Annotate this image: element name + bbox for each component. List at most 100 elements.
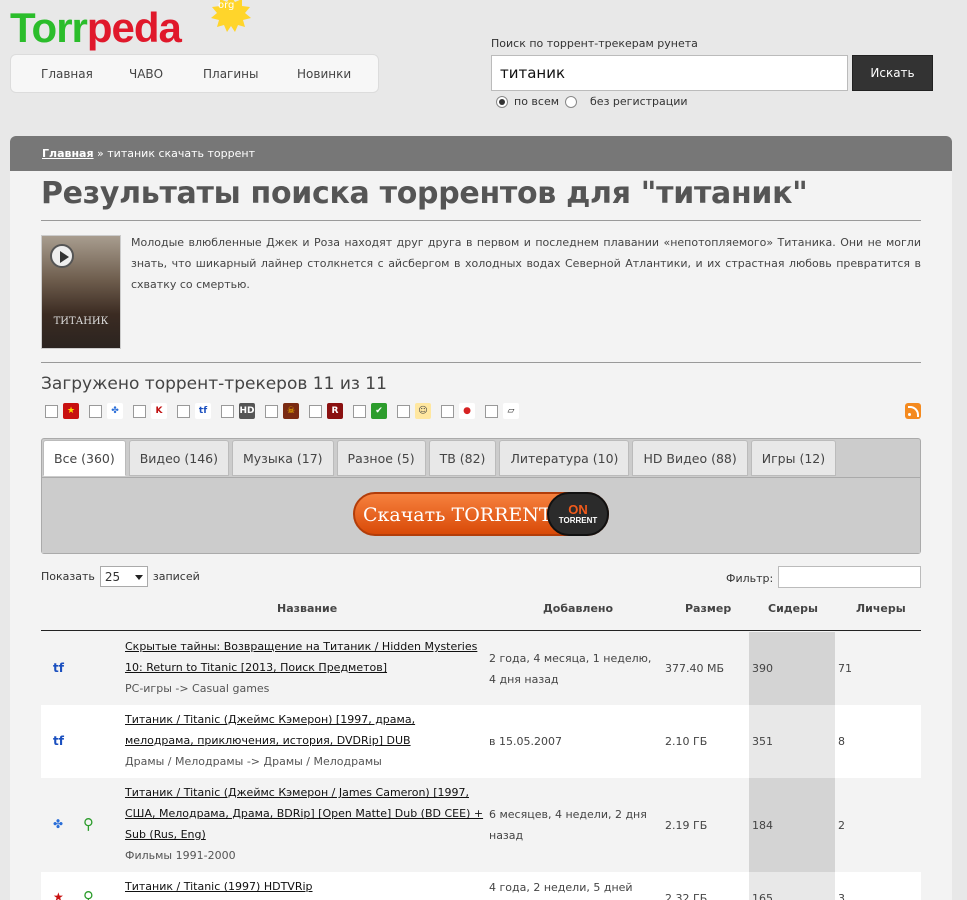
leechers-cell: 8: [838, 735, 845, 748]
logo-text-torr: Torr: [10, 4, 88, 51]
added-cell: в 15.05.2007: [489, 735, 562, 748]
torrent-title-link[interactable]: Скрытые тайны: Возвращение на Титаник / …: [125, 640, 477, 674]
seeders-cell: 165: [752, 891, 773, 900]
col-size[interactable]: Размер: [685, 602, 731, 615]
movie-description: Молодые влюбленные Джек и Роза находят д…: [131, 236, 921, 291]
trackers-loaded: Загружено торрент-трекеров 11 из 11: [41, 374, 387, 394]
torrent-title-link[interactable]: Титаник / Titanic (Джеймс Кэмерон) [1997…: [125, 713, 415, 747]
seeders-cell: 390: [752, 662, 773, 675]
check-icon: ✔: [371, 403, 387, 419]
breadcrumb-home-link[interactable]: Главная: [42, 147, 94, 160]
radio-all-label: по всем: [514, 95, 560, 108]
tracker-checkbox[interactable]: [45, 404, 58, 418]
radio-noreg-label: без регистрации: [590, 95, 688, 108]
torrent-name-cell: Скрытые тайны: Возвращение на Титаник / …: [125, 636, 490, 699]
hd-icon: HD: [239, 403, 255, 419]
page-length-select[interactable]: 25: [99, 566, 148, 587]
col-name[interactable]: Название: [277, 602, 337, 615]
col-seeders[interactable]: Сидеры: [768, 602, 818, 615]
category-tab[interactable]: Видео (146): [128, 440, 229, 476]
torrent-title-link[interactable]: Титаник / Titanic (1997) HDTVRip: [125, 880, 313, 893]
leechers-cell: 71: [838, 662, 852, 675]
rutracker-icon: ★: [63, 403, 79, 419]
show-label: Показать: [41, 570, 95, 583]
book-icon: ▱: [503, 403, 519, 419]
table-row[interactable]: ★ ⚲ Титаник / Titanic (1997) HDTVRipТВ4 го…: [41, 872, 921, 900]
tfile-icon: tf: [53, 660, 64, 675]
nav-item[interactable]: Плагины: [203, 67, 258, 81]
category-tab[interactable]: Музыка (17): [232, 440, 334, 476]
download-torrent-button[interactable]: Скачать TORRENT ON TORRENT: [353, 492, 609, 536]
site-logo[interactable]: Torrpeda: [10, 4, 182, 52]
table-row[interactable]: tf Скрытые тайны: Возвращение на Титаник …: [41, 632, 921, 705]
main-nav: Главная ЧАВО Плагины Новинки: [10, 54, 379, 93]
tracker-filter: ★ ✤ Ktf HD ☠ R ✔ ☺ ● ▱: [45, 403, 529, 419]
torrent-name-cell: Титаник / Titanic (Джеймс Кэмерон) [1997…: [125, 709, 490, 772]
added-cell: 4 года, 2 недели, 5 днейназад: [489, 881, 633, 894]
tfile-icon: tf: [53, 733, 64, 748]
table-row[interactable]: tf Титаник / Titanic (Джеймс Кэмерон) [19…: [41, 705, 921, 778]
on-label: ON: [568, 501, 588, 517]
category-tab[interactable]: Литература (10): [499, 440, 630, 476]
tracker-checkbox[interactable]: [441, 404, 454, 418]
radio-noreg[interactable]: [565, 95, 578, 108]
kinozal-icon: K: [151, 403, 167, 419]
category-tabs: Все (360) Видео (146) Музыка (17) Разное (5…: [42, 439, 839, 477]
tracker-checkbox[interactable]: [309, 404, 322, 418]
breadcrumb-current: » титаник скачать торрент: [93, 147, 255, 160]
torrent-category: PC-игры -> Casual games: [125, 682, 270, 695]
records-label: записей: [152, 570, 200, 583]
size-cell: 377.40 МБ: [665, 662, 725, 675]
r-icon: R: [327, 403, 343, 419]
category-tab[interactable]: Игры (12): [750, 440, 837, 476]
filter-input[interactable]: [778, 566, 921, 588]
tracker-checkbox[interactable]: [353, 404, 366, 418]
logo-badge-text: org: [218, 0, 235, 11]
movie-poster[interactable]: ТИТАНИК: [41, 235, 121, 349]
nav-item[interactable]: Новинки: [297, 67, 351, 81]
col-leechers[interactable]: Личеры: [856, 602, 906, 615]
nav-item[interactable]: Главная: [41, 67, 93, 81]
rss-icon[interactable]: [905, 403, 921, 419]
table-row[interactable]: ✤ ⚲ Титаник / Titanic (Джеймс Кэмерон / Ja…: [41, 778, 921, 872]
category-tab[interactable]: Разное (5): [336, 440, 426, 476]
category-tab[interactable]: Все (360): [43, 440, 126, 476]
tracker-checkbox[interactable]: [133, 404, 146, 418]
breadcrumb: Главная » титаник скачать торрент: [10, 136, 952, 171]
magnet-icon[interactable]: ⚲: [83, 815, 94, 833]
leechers-cell: 2: [838, 818, 845, 832]
cartoon-icon: ☺: [415, 403, 431, 419]
pinwheel-icon: ✤: [53, 817, 64, 831]
tracker-checkbox[interactable]: [397, 404, 410, 418]
main-panel: Главная » титаник скачать торрент Резуль…: [10, 136, 952, 900]
divider: [41, 362, 921, 363]
tracker-checkbox[interactable]: [265, 404, 278, 418]
pirate-icon: ☠: [283, 403, 299, 419]
radio-all[interactable]: [496, 95, 508, 108]
tracker-checkbox[interactable]: [89, 404, 102, 418]
poster-title: ТИТАНИК: [53, 316, 109, 327]
play-icon[interactable]: [50, 244, 74, 268]
tracker-checkbox[interactable]: [485, 404, 498, 418]
torrent-label: TORRENT: [558, 515, 598, 525]
red-ball-icon: ●: [459, 403, 475, 419]
col-added[interactable]: Добавлено: [543, 602, 613, 615]
tracker-checkbox[interactable]: [221, 404, 234, 418]
magnet-icon[interactable]: ⚲: [83, 888, 94, 900]
torrent-name-cell: Титаник / Titanic (Джеймс Кэмерон / Jame…: [125, 782, 490, 866]
search-label: Поиск по торрент-трекерам рунета: [491, 37, 698, 50]
page-length: Показать 25 записей: [41, 566, 200, 587]
nav-item[interactable]: ЧАВО: [129, 67, 163, 81]
search-button[interactable]: Искать: [852, 55, 933, 91]
results-table-body: tf Скрытые тайны: Возвращение на Титаник …: [41, 632, 921, 900]
category-tab[interactable]: ТВ (82): [428, 440, 497, 476]
category-tab[interactable]: HD Видео (88): [632, 440, 748, 476]
tracker-checkbox[interactable]: [177, 404, 190, 418]
torrent-category: Драмы / Мелодрамы -> Драмы / Мелодрамы: [125, 755, 382, 768]
search-input[interactable]: [491, 55, 848, 91]
pinwheel-icon: ✤: [107, 403, 123, 419]
category-tabs-box: Все (360) Видео (146) Музыка (17) Разное (5…: [41, 438, 921, 554]
tab-body: Скачать TORRENT ON TORRENT: [42, 477, 920, 553]
logo-text-peda: peda: [86, 4, 182, 51]
torrent-title-link[interactable]: Титаник / Titanic (Джеймс Кэмерон / Jame…: [125, 786, 483, 841]
